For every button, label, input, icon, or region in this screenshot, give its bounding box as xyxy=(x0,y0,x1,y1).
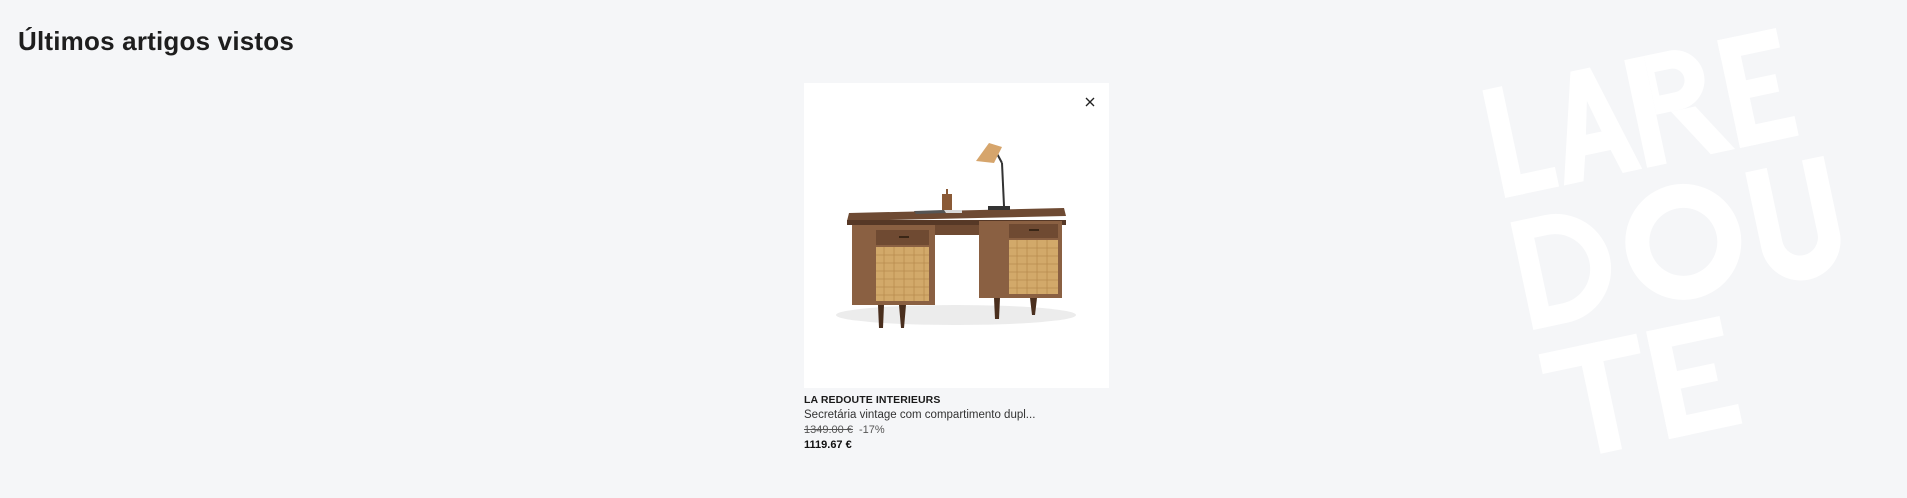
discount-badge: -17% xyxy=(859,424,885,436)
remove-item-button[interactable] xyxy=(1079,91,1101,113)
current-price: 1119.67 € xyxy=(804,439,852,451)
product-name[interactable]: Secretária vintage com compartimento dup… xyxy=(804,409,1109,421)
price-row: 1349.00 € -17% xyxy=(804,424,1109,436)
product-image[interactable] xyxy=(804,83,1109,388)
desk-illustration xyxy=(836,143,1076,328)
close-icon xyxy=(1085,97,1095,107)
product-card[interactable]: LA REDOUTE INTERIEURS Secretária vintage… xyxy=(804,83,1109,451)
old-price: 1349.00 € xyxy=(804,424,853,436)
section-title: Últimos artigos vistos xyxy=(18,26,295,56)
la-redoute-watermark-logo xyxy=(1482,27,1841,454)
product-brand[interactable]: LA REDOUTE INTERIEURS xyxy=(804,394,1109,406)
